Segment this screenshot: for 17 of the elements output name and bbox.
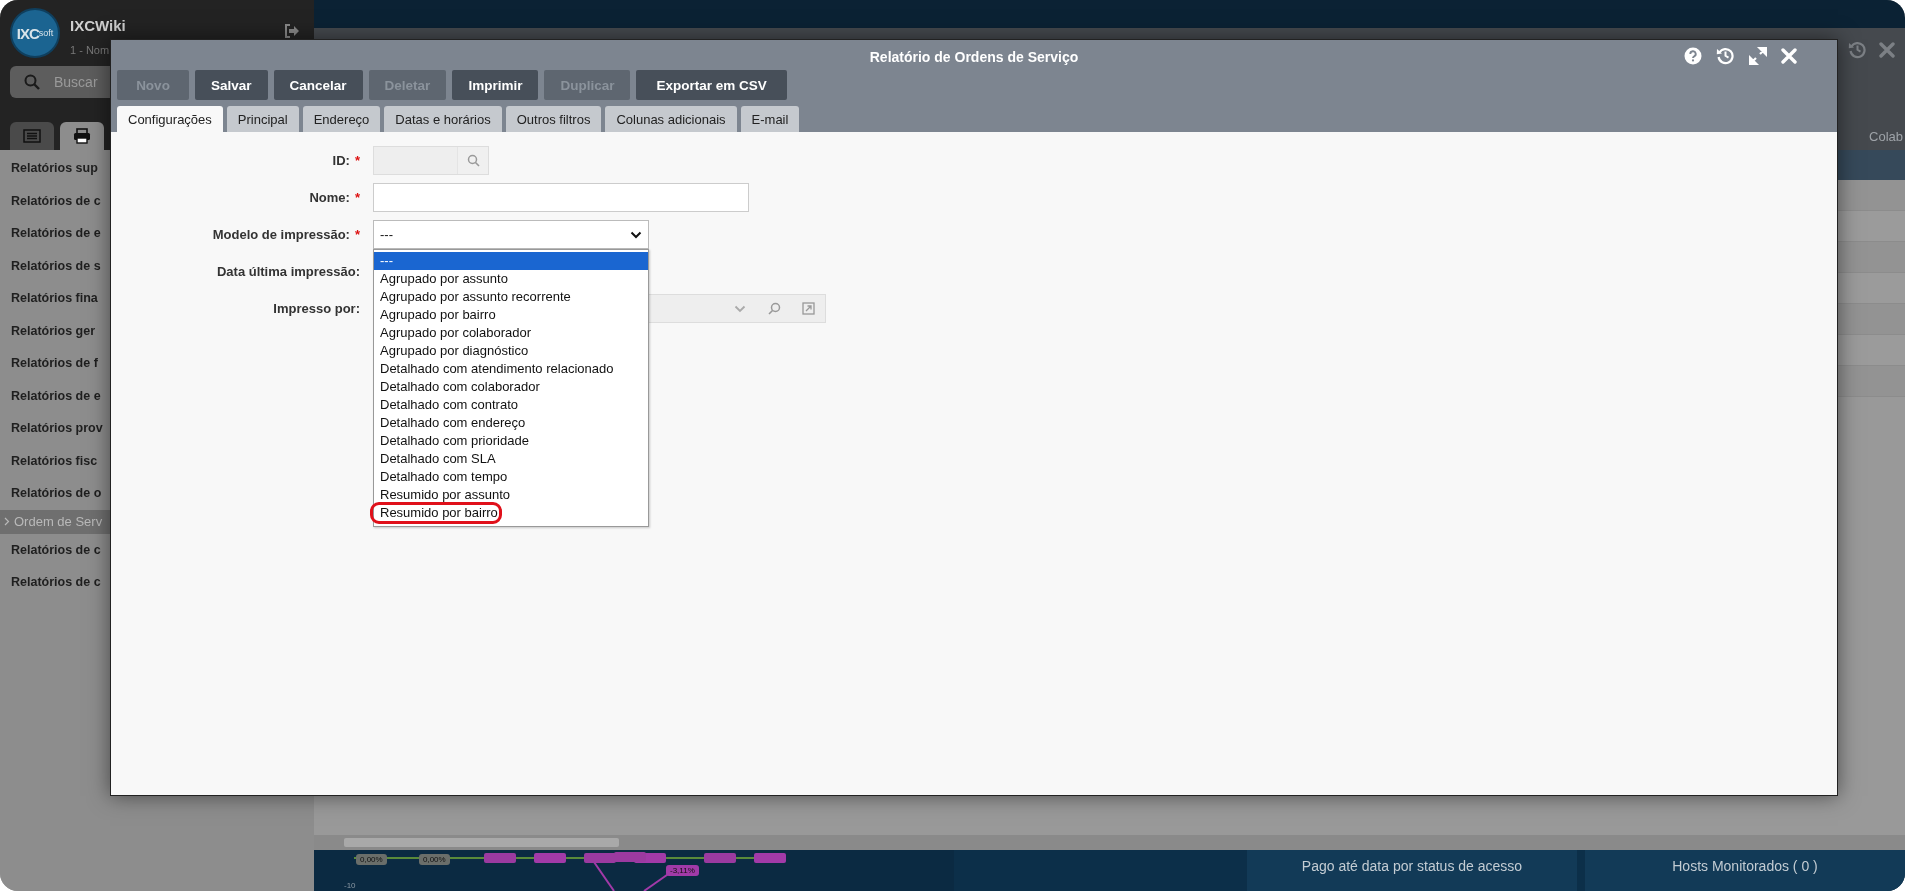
field-label: Nome: * bbox=[308, 190, 360, 205]
app-title: IXCWiki bbox=[70, 17, 127, 34]
dialog-title: Relatório de Ordens de Serviço bbox=[869, 49, 1079, 65]
chart-value-badge: 0,00% bbox=[419, 854, 450, 865]
chart-value-badge: 0,00% bbox=[356, 854, 387, 865]
field-label: Data última impressão: bbox=[215, 264, 360, 279]
chart-value-badge: -3,11% bbox=[666, 865, 699, 876]
field-label: ID: * bbox=[331, 153, 360, 168]
dashboard-panel-title: Hosts Monitorados ( 0 ) bbox=[1585, 850, 1905, 891]
sidebar-item-label: Ordem de Serv bbox=[14, 514, 103, 529]
account-label: 1 - Nom bbox=[70, 44, 111, 56]
dashboard-panel-title: Pago até data por status de acesso bbox=[1247, 850, 1577, 891]
field-label: Impresso por: bbox=[272, 301, 360, 316]
column-header: Colab bbox=[1869, 129, 1903, 146]
axis-label: -10 bbox=[344, 881, 356, 890]
logo: IXCsoft bbox=[10, 8, 60, 58]
field-label: Modelo de impressão: * bbox=[211, 227, 360, 242]
